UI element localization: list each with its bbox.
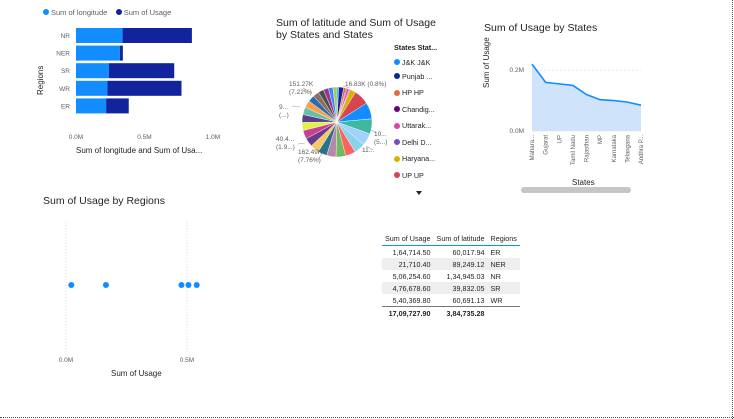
col-header-usage[interactable]: Sum of Usage <box>382 232 434 246</box>
col-header-regions[interactable]: Regions <box>487 232 520 246</box>
cell-usage: 5,06,254.60 <box>392 271 431 281</box>
table-row: 1,64,714.50 60,017.94 ER <box>382 246 520 259</box>
cell-usage: 4,76,678.60 <box>382 282 434 294</box>
scatter-point <box>178 282 185 288</box>
scatter-point <box>193 282 200 288</box>
cell-region: WR <box>490 295 503 305</box>
cell-usage: 1,64,714.50 <box>392 247 431 257</box>
cell-region: NER <box>487 258 520 270</box>
cell-latitude: 89,249.12 <box>433 258 488 270</box>
scatter-point <box>68 282 75 288</box>
cell-latitude: 60,691.13 <box>452 295 485 305</box>
col-header-latitude[interactable]: Sum of latitude <box>433 232 488 246</box>
total-region <box>487 306 520 319</box>
cell-region: ER <box>490 247 501 257</box>
total-usage: 17,09,727.90 <box>382 306 434 319</box>
scatter-xtick-label: 0.0M <box>59 357 73 364</box>
table-row: 4,76,678.60 39,832.05 SR <box>382 282 520 294</box>
scatter-point <box>185 282 192 288</box>
cell-latitude: 39,832.05 <box>433 282 488 294</box>
scatter-xlabel: Sum of Usage <box>111 369 162 378</box>
total-latitude: 3,84,735.28 <box>433 306 488 319</box>
scatter-point <box>102 282 109 288</box>
table-header-row: Sum of Usage Sum of latitude Regions <box>382 232 520 246</box>
scatter-xtick-label: 0.5M <box>180 357 194 364</box>
matrix-table-container[interactable]: Sum of Usage Sum of latitude Regions 1,6… <box>382 232 520 319</box>
matrix-table[interactable]: Sum of Usage Sum of latitude Regions 1,6… <box>382 232 520 319</box>
cell-latitude: 1,34,945.03 <box>446 271 485 281</box>
cell-region: NR <box>490 271 501 281</box>
table-row: 5,06,254.60 1,34,945.03 NR <box>382 270 520 282</box>
table-row: 5,40,369.80 60,691.13 WR <box>382 294 520 307</box>
cell-usage: 21,710.40 <box>382 258 434 270</box>
cell-usage: 5,40,369.80 <box>392 295 431 305</box>
cell-latitude: 60,017.94 <box>452 247 485 257</box>
scatter-chart[interactable]: 0.0M 0.5M <box>0 0 734 419</box>
table-total-row: 17,09,727.90 3,84,735.28 <box>382 306 520 319</box>
table-row: 21,710.40 89,249.12 NER <box>382 258 520 270</box>
cell-region: SR <box>487 282 520 294</box>
